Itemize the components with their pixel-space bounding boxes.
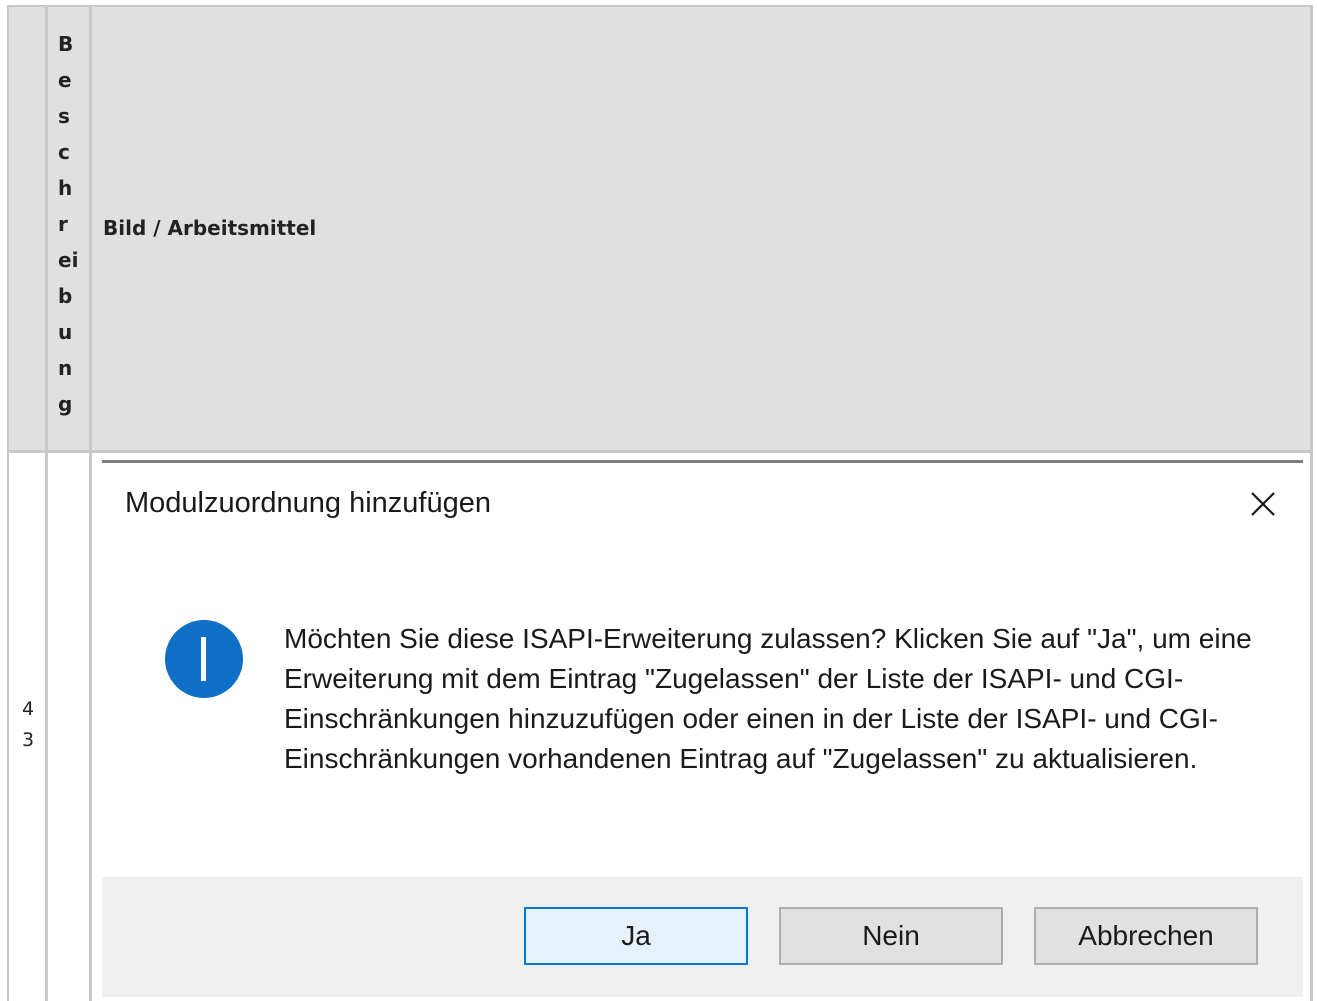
cancel-button[interactable]: Abbrechen	[1034, 907, 1258, 965]
table-divider	[89, 7, 92, 1001]
dialog-title: Modulzuordnung hinzufügen	[125, 487, 491, 519]
close-icon[interactable]	[1246, 487, 1280, 521]
table-border-right	[1310, 7, 1313, 1001]
info-icon	[165, 620, 243, 698]
dialog-screenshot: Modulzuordnung hinzufügen Möchten Sie di…	[102, 460, 1303, 997]
yes-button[interactable]: Ja	[524, 907, 748, 965]
dialog-footer: Ja Nein Abbrechen	[102, 877, 1303, 997]
header-image-label: Bild / Arbeitsmittel	[103, 216, 317, 240]
content-table: B e s c h r ei b u n g Bild / Arbeitsmit…	[0, 0, 1317, 1001]
header-cell-number	[9, 7, 45, 450]
header-description-label: B e s c h r ei b u n g	[58, 32, 79, 416]
dialog-message: Möchten Sie diese ISAPI-Erweiterung zula…	[284, 623, 1252, 774]
no-button[interactable]: Nein	[779, 907, 1003, 965]
table-row-divider	[7, 450, 1313, 453]
row-number: 4 3	[22, 698, 35, 751]
table-border-top	[7, 5, 1313, 7]
dialog-top-border	[102, 460, 1303, 463]
table-border-left	[7, 7, 9, 1001]
